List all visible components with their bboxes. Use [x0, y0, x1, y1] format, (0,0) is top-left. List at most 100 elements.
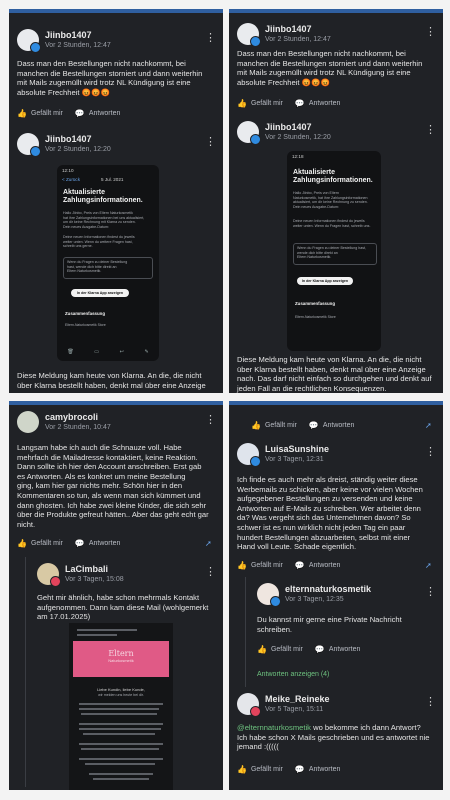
post-text-line: hundert Bestellungen abzuarbeiten, selbs…: [237, 532, 411, 542]
reply-button[interactable]: Antworten: [309, 100, 341, 107]
panel-bottom-left: camybrocoli Vor 2 Stunden, 10:47 ⋮ Langs…: [9, 401, 223, 790]
avatar[interactable]: [17, 411, 39, 433]
screenshot-image[interactable]: 12:18 Aktualisierte Zahlungsinformatione…: [287, 151, 381, 351]
mail-text-line: [79, 723, 163, 725]
mention-link[interactable]: @elternnaturkosmetik: [237, 723, 311, 732]
like-button[interactable]: Gefällt mir: [251, 100, 283, 107]
phone-nav: 🗑 ▭ ↩ ✎: [57, 347, 159, 357]
avatar[interactable]: [237, 23, 261, 47]
panel-top-left: Jiinbo1407 Vor 2 Stunden, 12:47 ⋮ Dass m…: [9, 9, 223, 393]
username[interactable]: Jiinbo1407: [265, 122, 331, 133]
like-button[interactable]: Gefällt mir: [251, 562, 283, 569]
like-button[interactable]: Gefällt mir: [251, 766, 283, 773]
klarna-app-button: In der Klarna App anzeigen: [71, 289, 129, 297]
avatar[interactable]: [17, 133, 41, 157]
timestamp: Vor 2 Stunden, 12:47: [45, 42, 111, 49]
mail-text-line: [81, 748, 159, 750]
mail-text-line: [83, 733, 155, 735]
reply-button[interactable]: Antworten: [309, 766, 341, 773]
post-text-line: Du kannst mir gerne eine Private Nachric…: [257, 615, 402, 624]
post-text-line: Dass man den Bestellungen nicht nachkomm…: [237, 49, 406, 58]
username[interactable]: camybrocoli: [45, 412, 111, 423]
avatar[interactable]: [257, 583, 281, 607]
like-button[interactable]: Gefällt mir: [271, 646, 303, 653]
username[interactable]: Jiinbo1407: [45, 134, 111, 145]
reply-button[interactable]: Antworten: [309, 562, 341, 569]
post-actions: 👍 Gefällt mir 💬 Antworten: [237, 99, 344, 108]
username[interactable]: Jiinbo1407: [265, 24, 331, 35]
mail-title: Zahlungsinformationen.: [293, 177, 373, 184]
more-options-icon[interactable]: ⋮: [205, 565, 216, 578]
username[interactable]: LuisaSunshine: [265, 444, 329, 455]
avatar[interactable]: [237, 443, 261, 467]
post-text-line: schwer ist es nun wirklich nicht jeden T…: [237, 522, 406, 532]
thumbs-up-icon[interactable]: 👍: [237, 765, 247, 774]
post-text-line: dann ghosten. Ich habe zwei kleine Kinde…: [17, 500, 207, 510]
username[interactable]: LaCimbali: [65, 564, 124, 575]
post-actions: 👍 Gefällt mir 💬 Antworten: [251, 421, 358, 430]
post-text-line: schreiben.: [257, 624, 293, 634]
post-text-line: Langsam habe ich auch die Schnauze voll.…: [17, 443, 182, 452]
reply-button[interactable]: Antworten: [89, 540, 121, 547]
reply-icon[interactable]: 💬: [75, 539, 85, 548]
timestamp: Vor 2 Stunden, 12:20: [45, 146, 111, 153]
username[interactable]: elternnaturkosmetik: [285, 584, 371, 595]
show-replies-label[interactable]: Antworten anzeigen (4): [257, 671, 329, 678]
reply-icon[interactable]: 💬: [309, 421, 319, 430]
more-options-icon[interactable]: ⋮: [425, 25, 436, 38]
like-button[interactable]: Gefällt mir: [31, 110, 63, 117]
reply-icon[interactable]: 💬: [295, 765, 305, 774]
reply-button[interactable]: Antworten: [323, 422, 355, 429]
reply-icon[interactable]: 💬: [75, 109, 85, 118]
mail-line: Eltern Naturkosmetik.: [67, 269, 102, 274]
avatar[interactable]: [37, 563, 61, 587]
screenshot-image[interactable]: 12:10 < Zurück 5 Jul. 2021 Aktualisierte…: [57, 165, 159, 361]
mail-text-line: [89, 773, 153, 775]
username[interactable]: Meike_Reineke: [265, 694, 330, 705]
post-text-line: absolute Frechheit 😡😡😡: [17, 87, 110, 97]
share-icon[interactable]: ➚: [425, 421, 432, 430]
like-button[interactable]: Gefällt mir: [265, 422, 297, 429]
reply-icon[interactable]: 💬: [295, 99, 305, 108]
username[interactable]: Jiinbo1407: [45, 30, 111, 41]
panel-accent-bar: [229, 401, 443, 405]
verified-badge-icon: [30, 42, 41, 53]
more-options-icon[interactable]: ⋮: [425, 445, 436, 458]
compose-icon: ✎: [144, 349, 149, 355]
post-text-line: aufgenommen. Dann kam diese Mail (wohlge…: [37, 602, 209, 612]
mail-line: schreib uns gerne.: [63, 244, 93, 249]
thumbs-up-icon[interactable]: 👍: [237, 561, 247, 570]
more-options-icon[interactable]: ⋮: [205, 413, 216, 426]
avatar[interactable]: [17, 29, 41, 53]
thumbs-up-icon[interactable]: 👍: [251, 421, 261, 430]
reply-button[interactable]: Antworten: [89, 110, 121, 117]
reply-button[interactable]: Antworten: [329, 646, 361, 653]
mail-line: Dein neues Ausgabe-Datum:: [293, 204, 339, 209]
reply-icon[interactable]: 💬: [315, 645, 325, 654]
share-icon[interactable]: ➚: [425, 561, 432, 570]
thumbs-up-icon[interactable]: 👍: [17, 109, 27, 118]
post-text-line: Dann sollte ich hier den Account anschre…: [17, 462, 202, 472]
post-text-line: über Klarna bestellt haben, denkt mal üb…: [17, 380, 206, 390]
badge-icon: [50, 576, 61, 587]
avatar[interactable]: [237, 693, 261, 717]
post-header: LaCimbali Vor 3 Tagen, 15:08: [37, 563, 124, 587]
avatar[interactable]: [237, 121, 261, 145]
reply-icon[interactable]: 💬: [295, 561, 305, 570]
more-options-icon[interactable]: ⋮: [425, 123, 436, 136]
merchant-name: Eltern-Naturkosmetik Store: [65, 323, 106, 327]
share-icon[interactable]: ➚: [205, 539, 212, 548]
show-replies-link[interactable]: Antworten anzeigen (4): [257, 671, 333, 678]
post-text-line: es Antworten. Als es konkret um meine Be…: [17, 471, 186, 481]
thumbs-up-icon[interactable]: 👍: [257, 645, 267, 654]
thumbs-up-icon[interactable]: 👍: [17, 539, 27, 548]
post-text-line: aufgegebener Bestellungen zu versenden u…: [237, 494, 413, 504]
post-text-line: da? Was vergeht sich das Unternehmen dav…: [237, 513, 411, 523]
like-button[interactable]: Gefällt mir: [31, 540, 63, 547]
more-options-icon[interactable]: ⋮: [425, 585, 436, 598]
more-options-icon[interactable]: ⋮: [205, 135, 216, 148]
thumbs-up-icon[interactable]: 👍: [237, 99, 247, 108]
mail-screenshot-image[interactable]: Eltern Naturkosmetik Liebe Kundin, liebe…: [69, 623, 173, 790]
more-options-icon[interactable]: ⋮: [205, 31, 216, 44]
more-options-icon[interactable]: ⋮: [425, 695, 436, 708]
